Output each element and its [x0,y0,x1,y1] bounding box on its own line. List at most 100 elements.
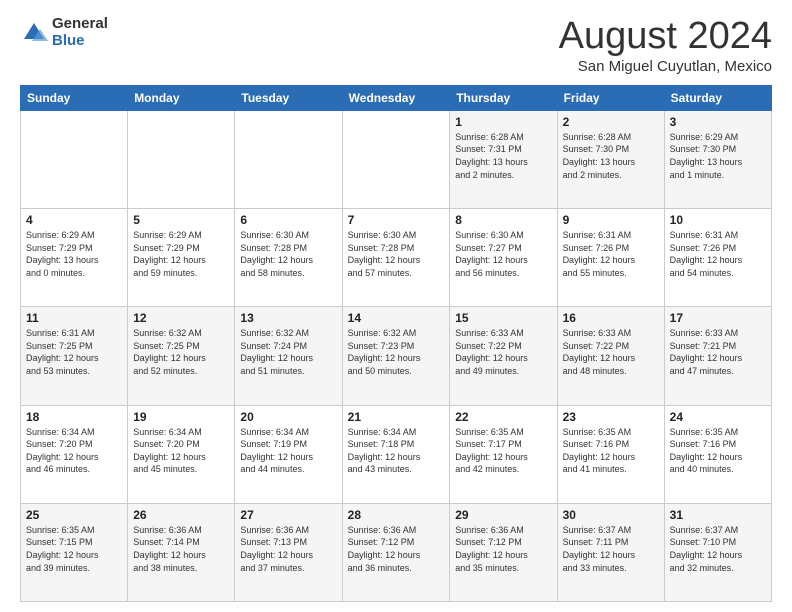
week-row-4: 18 Sunrise: 6:34 AM Sunset: 7:20 PM Dayli… [21,405,772,503]
day-cell: 30Sunrise: 6:37 AM Sunset: 7:11 PM Dayli… [557,503,664,601]
day-number: 7 [348,213,445,227]
week-row-3: 11 Sunrise: 6:31 AM Sunset: 7:25 PM Dayli… [21,307,772,405]
day-info: Sunrise: 6:32 AM Sunset: 7:23 PM Dayligh… [348,327,445,377]
logo-general-text: General [52,16,108,33]
day-number: 25 [26,508,122,522]
day-info: Sunrise: 6:36 AM Sunset: 7:13 PM Dayligh… [240,524,336,574]
header: General Blue August 2024 San Miguel Cuyu… [20,16,772,75]
day-info: Sunrise: 6:31 AM Sunset: 7:25 PM Dayligh… [26,327,122,377]
day-number: 22 [455,410,551,424]
day-info: Sunrise: 6:35 AM Sunset: 7:15 PM Dayligh… [26,524,122,574]
day-cell: 19 Sunrise: 6:34 AM Sunset: 7:20 PM Dayli… [128,405,235,503]
logo: General Blue [20,16,108,49]
day-number: 15 [455,311,551,325]
day-info: Sunrise: 6:35 AM Sunset: 7:16 PM Dayligh… [670,426,766,476]
weekday-header-monday: Monday [128,85,235,110]
day-cell: 13 Sunrise: 6:32 AM Sunset: 7:24 PM Dayli… [235,307,342,405]
day-info: Sunrise: 6:30 AM Sunset: 7:28 PM Dayligh… [348,229,445,279]
day-number: 12 [133,311,229,325]
day-cell: 17 Sunrise: 6:33 AM Sunset: 7:21 PM Dayli… [664,307,771,405]
day-info: Sunrise: 6:29 AM Sunset: 7:29 PM Dayligh… [133,229,229,279]
day-number: 10 [670,213,766,227]
weekday-header-tuesday: Tuesday [235,85,342,110]
day-number: 27 [240,508,336,522]
day-cell: 11 Sunrise: 6:31 AM Sunset: 7:25 PM Dayli… [21,307,128,405]
day-cell: 10 Sunrise: 6:31 AM Sunset: 7:26 PM Dayli… [664,209,771,307]
day-cell: 9Sunrise: 6:31 AM Sunset: 7:26 PM Daylig… [557,209,664,307]
page: General Blue August 2024 San Miguel Cuyu… [0,0,792,612]
day-info: Sunrise: 6:29 AM Sunset: 7:29 PM Dayligh… [26,229,122,279]
day-info: Sunrise: 6:33 AM Sunset: 7:22 PM Dayligh… [455,327,551,377]
week-row-5: 25 Sunrise: 6:35 AM Sunset: 7:15 PM Dayli… [21,503,772,601]
day-number: 20 [240,410,336,424]
day-cell: 3Sunrise: 6:29 AM Sunset: 7:30 PM Daylig… [664,110,771,208]
day-number: 29 [455,508,551,522]
day-cell: 24 Sunrise: 6:35 AM Sunset: 7:16 PM Dayli… [664,405,771,503]
day-number: 18 [26,410,122,424]
day-number: 31 [670,508,766,522]
day-cell: 7 Sunrise: 6:30 AM Sunset: 7:28 PM Daylig… [342,209,450,307]
day-info: Sunrise: 6:32 AM Sunset: 7:24 PM Dayligh… [240,327,336,377]
day-cell: 26 Sunrise: 6:36 AM Sunset: 7:14 PM Dayli… [128,503,235,601]
day-number: 2 [563,115,659,129]
day-info: Sunrise: 6:31 AM Sunset: 7:26 PM Dayligh… [563,229,659,279]
day-number: 23 [563,410,659,424]
day-cell: 29 Sunrise: 6:36 AM Sunset: 7:12 PM Dayli… [450,503,557,601]
calendar-table: SundayMondayTuesdayWednesdayThursdayFrid… [20,85,772,602]
day-info: Sunrise: 6:34 AM Sunset: 7:20 PM Dayligh… [133,426,229,476]
title-block: August 2024 San Miguel Cuyutlan, Mexico [559,16,772,75]
day-info: Sunrise: 6:36 AM Sunset: 7:12 PM Dayligh… [455,524,551,574]
weekday-header-sunday: Sunday [21,85,128,110]
day-info: Sunrise: 6:30 AM Sunset: 7:27 PM Dayligh… [455,229,551,279]
day-info: Sunrise: 6:32 AM Sunset: 7:25 PM Dayligh… [133,327,229,377]
day-number: 24 [670,410,766,424]
day-info: Sunrise: 6:29 AM Sunset: 7:30 PM Dayligh… [670,131,766,181]
day-cell: 28 Sunrise: 6:36 AM Sunset: 7:12 PM Dayli… [342,503,450,601]
day-cell: 15 Sunrise: 6:33 AM Sunset: 7:22 PM Dayli… [450,307,557,405]
day-cell: 4 Sunrise: 6:29 AM Sunset: 7:29 PM Daylig… [21,209,128,307]
day-number: 4 [26,213,122,227]
day-cell [21,110,128,208]
day-cell: 27 Sunrise: 6:36 AM Sunset: 7:13 PM Dayli… [235,503,342,601]
day-info: Sunrise: 6:31 AM Sunset: 7:26 PM Dayligh… [670,229,766,279]
day-number: 28 [348,508,445,522]
week-row-2: 4 Sunrise: 6:29 AM Sunset: 7:29 PM Daylig… [21,209,772,307]
day-info: Sunrise: 6:36 AM Sunset: 7:14 PM Dayligh… [133,524,229,574]
day-number: 13 [240,311,336,325]
calendar-subtitle: San Miguel Cuyutlan, Mexico [559,58,772,75]
day-cell: 16Sunrise: 6:33 AM Sunset: 7:22 PM Dayli… [557,307,664,405]
day-cell: 31Sunrise: 6:37 AM Sunset: 7:10 PM Dayli… [664,503,771,601]
day-info: Sunrise: 6:36 AM Sunset: 7:12 PM Dayligh… [348,524,445,574]
day-number: 1 [455,115,551,129]
weekday-header-thursday: Thursday [450,85,557,110]
day-cell: 5Sunrise: 6:29 AM Sunset: 7:29 PM Daylig… [128,209,235,307]
day-number: 16 [563,311,659,325]
day-cell [235,110,342,208]
weekday-header-saturday: Saturday [664,85,771,110]
day-info: Sunrise: 6:35 AM Sunset: 7:16 PM Dayligh… [563,426,659,476]
logo-icon [20,19,48,47]
weekday-header-row: SundayMondayTuesdayWednesdayThursdayFrid… [21,85,772,110]
day-cell: 23 Sunrise: 6:35 AM Sunset: 7:16 PM Dayli… [557,405,664,503]
day-number: 21 [348,410,445,424]
day-number: 17 [670,311,766,325]
day-info: Sunrise: 6:34 AM Sunset: 7:18 PM Dayligh… [348,426,445,476]
logo-blue-text: Blue [52,33,108,50]
day-info: Sunrise: 6:33 AM Sunset: 7:21 PM Dayligh… [670,327,766,377]
day-info: Sunrise: 6:37 AM Sunset: 7:11 PM Dayligh… [563,524,659,574]
day-info: Sunrise: 6:28 AM Sunset: 7:30 PM Dayligh… [563,131,659,181]
calendar-title: August 2024 [559,16,772,58]
day-number: 19 [133,410,229,424]
day-number: 26 [133,508,229,522]
logo-text: General Blue [52,16,108,49]
day-cell: 21 Sunrise: 6:34 AM Sunset: 7:18 PM Dayli… [342,405,450,503]
day-info: Sunrise: 6:35 AM Sunset: 7:17 PM Dayligh… [455,426,551,476]
weekday-header-wednesday: Wednesday [342,85,450,110]
day-cell: 12 Sunrise: 6:32 AM Sunset: 7:25 PM Dayli… [128,307,235,405]
day-number: 11 [26,311,122,325]
day-info: Sunrise: 6:34 AM Sunset: 7:20 PM Dayligh… [26,426,122,476]
day-info: Sunrise: 6:34 AM Sunset: 7:19 PM Dayligh… [240,426,336,476]
day-cell [128,110,235,208]
day-number: 6 [240,213,336,227]
day-cell: 1Sunrise: 6:28 AM Sunset: 7:31 PM Daylig… [450,110,557,208]
